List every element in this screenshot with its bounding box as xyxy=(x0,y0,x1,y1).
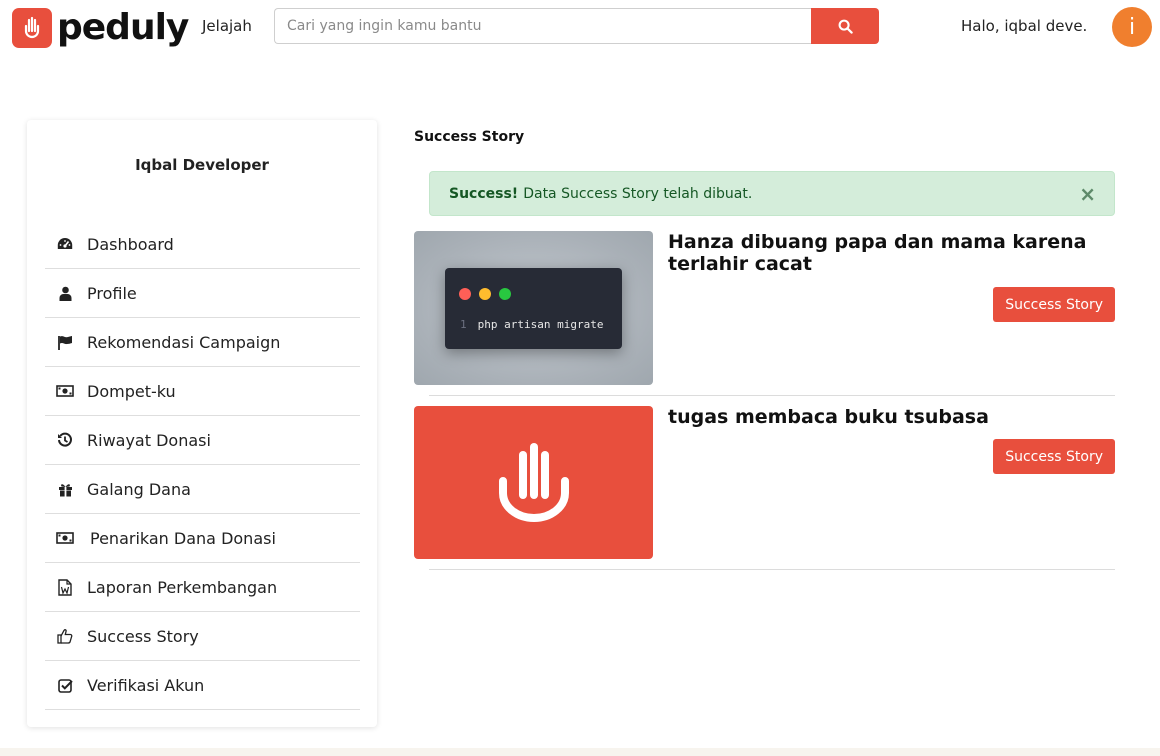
terminal-window: 1 php artisan migrate xyxy=(445,268,622,349)
sidebar-item-label: Verifikasi Akun xyxy=(87,675,205,695)
search-icon xyxy=(838,19,853,34)
divider xyxy=(429,569,1115,570)
alert-message: Data Success Story telah dibuat. xyxy=(523,185,753,202)
hand-logo-icon xyxy=(12,8,52,48)
brand-logo[interactable]: peduly xyxy=(12,7,189,48)
flag-icon xyxy=(55,333,75,351)
red-dot-icon xyxy=(459,288,471,300)
close-icon[interactable]: × xyxy=(1079,182,1096,206)
sidebar-item-success-story[interactable]: Success Story xyxy=(45,612,360,661)
top-navbar: peduly Jelajah Halo, iqbal deve... i xyxy=(0,0,1160,56)
sidebar-item-label: Riwayat Donasi xyxy=(87,430,211,450)
tachometer-icon xyxy=(55,235,75,253)
sidebar-item-penarikan-dana-donasi[interactable]: Penarikan Dana Donasi xyxy=(45,514,360,563)
story-title[interactable]: tugas membaca buku tsubasa xyxy=(668,406,1118,428)
hand-logo-icon xyxy=(498,442,569,522)
sidebar-item-rekomendasi-campaign[interactable]: Rekomendasi Campaign xyxy=(45,318,360,367)
yellow-dot-icon xyxy=(479,288,491,300)
footer-strip xyxy=(0,748,1160,756)
sidebar-item-laporan-perkembangan[interactable]: Laporan Perkembangan xyxy=(45,563,360,612)
success-story-button[interactable]: Success Story xyxy=(993,439,1115,474)
search-input[interactable] xyxy=(274,8,811,44)
sidebar-item-riwayat-donasi[interactable]: Riwayat Donasi xyxy=(45,416,360,465)
sidebar-user-name: Iqbal Developer xyxy=(135,156,269,174)
green-dot-icon xyxy=(499,288,511,300)
user-greeting[interactable]: Halo, iqbal deve... xyxy=(961,17,1087,35)
line-number: 1 xyxy=(460,318,467,331)
sidebar-item-label: Galang Dana xyxy=(87,479,191,499)
sidebar-item-label: Laporan Perkembangan xyxy=(87,577,278,597)
profile-sidebar: Iqbal Developer Dashboard Profile Rekome… xyxy=(27,120,377,727)
search-bar xyxy=(274,8,879,44)
page-title: Success Story xyxy=(414,129,525,145)
thumbs-up-icon xyxy=(55,627,75,645)
avatar[interactable]: i xyxy=(1112,7,1152,47)
alert-strong-text: Success! xyxy=(449,185,519,202)
story-thumbnail[interactable]: 1 php artisan migrate xyxy=(414,231,653,385)
story-card: tugas membaca buku tsubasa Success Story xyxy=(414,406,1115,571)
divider xyxy=(429,395,1115,396)
sidebar-item-dompet-ku[interactable]: Dompet-ku xyxy=(45,367,360,416)
story-thumbnail[interactable] xyxy=(414,406,653,559)
money-icon xyxy=(55,529,75,547)
terminal-code: php artisan migrate xyxy=(477,318,604,331)
sidebar-item-verifikasi-akun[interactable]: Verifikasi Akun xyxy=(45,661,360,710)
sidebar-item-label: Dompet-ku xyxy=(87,381,176,401)
story-title[interactable]: Hanza dibuang papa dan mama karena terla… xyxy=(668,231,1118,275)
sidebar-item-label: Dashboard xyxy=(87,234,174,254)
sidebar-item-label: Profile xyxy=(87,283,137,303)
sidebar-item-dashboard[interactable]: Dashboard xyxy=(45,220,360,269)
money-icon xyxy=(55,382,75,400)
word-file-icon xyxy=(55,578,75,596)
success-story-button[interactable]: Success Story xyxy=(993,287,1115,322)
sidebar-item-profile[interactable]: Profile xyxy=(45,269,360,318)
search-button[interactable] xyxy=(811,8,879,44)
sidebar-item-label: Success Story xyxy=(87,626,199,646)
sidebar-item-label: Penarikan Dana Donasi xyxy=(90,528,276,548)
sidebar-menu: Dashboard Profile Rekomendasi Campaign D… xyxy=(45,220,360,710)
history-icon xyxy=(55,431,75,449)
nav-jelajah-link[interactable]: Jelajah xyxy=(202,17,252,35)
user-icon xyxy=(55,284,75,302)
gift-icon xyxy=(55,480,75,498)
check-square-icon xyxy=(55,676,75,694)
terminal-code-line: 1 php artisan migrate xyxy=(460,318,603,331)
sidebar-item-galang-dana[interactable]: Galang Dana xyxy=(45,465,360,514)
sidebar-item-label: Rekomendasi Campaign xyxy=(87,332,281,352)
success-alert: Success! Data Success Story telah dibuat… xyxy=(429,171,1115,216)
story-card: 1 php artisan migrate Hanza dibuang papa … xyxy=(414,231,1115,396)
brand-name: peduly xyxy=(57,7,189,48)
